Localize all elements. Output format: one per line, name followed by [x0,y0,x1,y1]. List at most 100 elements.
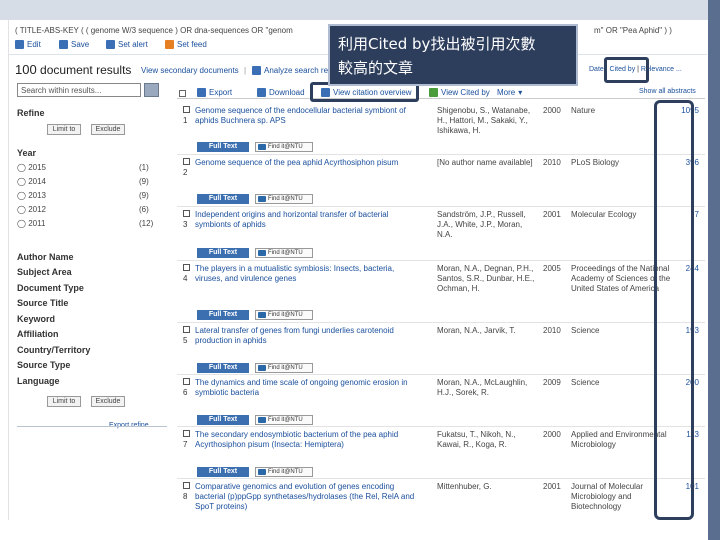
row-divider [177,374,705,375]
full-text-button[interactable]: Full Text [197,415,249,425]
save-icon [59,40,68,49]
row-authors: Mittenhuber, G. [437,482,492,491]
year-count: (12) [139,219,154,228]
row-title[interactable]: Independent origins and horizontal trans… [195,210,415,230]
full-text-button[interactable]: Full Text [197,310,249,320]
divider-bar: | [244,66,247,75]
full-text-button[interactable]: Full Text [197,363,249,373]
row-year: 2000 [543,430,561,439]
row-title[interactable]: Genome sequence of the pea aphid Acyrtho… [195,158,415,168]
full-text-button[interactable]: Full Text [197,142,249,152]
chart-icon [252,66,261,75]
export-button[interactable]: Export [197,88,232,97]
row-authors: Shigenobu, S., Watanabe, H., Hattori, M.… [437,106,531,135]
row-checkbox[interactable] [183,326,190,333]
full-text-button[interactable]: Full Text [197,248,249,258]
download-label: Download [269,88,305,97]
download-button[interactable]: Download [257,88,305,97]
exclude-button-bottom[interactable]: Exclude [91,396,125,407]
find-it-button[interactable]: Find it@NTU [255,467,313,477]
year-count: (6) [139,205,149,214]
more-dropdown[interactable]: More ▾ [497,88,522,97]
row-checkbox[interactable] [183,106,190,113]
row-authors: Moran, N.A., Degnan, P.H., Santos, S.R.,… [437,264,535,293]
find-it-button[interactable]: Find it@NTU [255,310,313,320]
row-checkbox[interactable] [183,264,190,271]
row-title[interactable]: Comparative genomics and evolution of ge… [195,482,415,512]
save-button[interactable]: Save [59,40,89,49]
download-icon [257,88,266,97]
refine-heading: Refine [17,108,45,118]
cited-by-column-highlight [654,100,694,520]
search-within-input[interactable]: Search within results... [17,83,141,97]
row-title[interactable]: Genome sequence of the endocellular bact… [195,106,415,126]
show-all-abstracts-link[interactable]: Show all abstracts [639,88,696,95]
year-count: (9) [139,191,149,200]
sort-date[interactable]: Date [589,66,604,73]
limit-to-button[interactable]: Limit to [47,124,81,135]
facet-country-territory[interactable]: Country/Territory [17,345,90,355]
set-feed-button[interactable]: Set feed [165,40,207,49]
results-number: 100 [15,62,37,77]
search-icon[interactable] [144,83,159,97]
year-value: 2014 [28,177,46,186]
year-count: (9) [139,177,149,186]
facet-document-type[interactable]: Document Type [17,283,84,293]
more-label: More [497,88,516,97]
year-option[interactable]: ◯ 2015 [17,163,46,172]
find-it-button[interactable]: Find it@NTU [255,142,313,152]
full-text-button[interactable]: Full Text [197,467,249,477]
find-it-button[interactable]: Find it@NTU [255,415,313,425]
view-cited-by-button[interactable]: View Cited by [429,88,490,97]
facet-keyword[interactable]: Keyword [17,314,55,324]
cited-by-sort-highlight [604,57,649,83]
year-option[interactable]: ◯ 2012 [17,205,46,214]
find-it-button[interactable]: Find it@NTU [255,363,313,373]
row-title[interactable]: Lateral transfer of genes from fungi und… [195,326,415,346]
view-cited-by-label: View Cited by [441,88,490,97]
facet-source-type[interactable]: Source Type [17,360,70,370]
row-checkbox[interactable] [183,210,190,217]
slide: ( TITLE-ABS-KEY ( ( genome W/3 sequence … [0,0,720,540]
set-alert-button[interactable]: Set alert [106,40,148,49]
results-header-divider [177,98,705,99]
row-title[interactable]: The players in a mutualistic symbiosis: … [195,264,415,284]
row-authors: [No author name available] [437,158,533,167]
limit-to-button-bottom[interactable]: Limit to [47,396,81,407]
find-it-button[interactable]: Find it@NTU [255,194,313,204]
exclude-button[interactable]: Exclude [91,124,125,135]
facet-author-name[interactable]: Author Name [17,252,74,262]
year-option[interactable]: ◯ 2013 [17,191,46,200]
search-query: ( TITLE-ABS-KEY ( ( genome W/3 sequence … [15,26,293,35]
more-icon[interactable]: ... [676,66,682,73]
year-value: 2013 [28,191,46,200]
slide-top-band [0,0,720,20]
row-checkbox[interactable] [183,378,190,385]
row-checkbox[interactable] [183,430,190,437]
row-checkbox[interactable] [183,482,190,489]
export-label: Export [209,88,233,97]
row-title[interactable]: The secondary endosymbiotic bacterium of… [195,430,415,450]
year-option[interactable]: ◯ 2014 [17,177,46,186]
row-checkbox[interactable] [183,158,190,165]
year-value: 2015 [28,163,46,172]
chevron-down-icon: ▾ [518,88,523,97]
full-text-button[interactable]: Full Text [197,194,249,204]
row-number: 3 [183,220,188,229]
view-secondary-link[interactable]: View secondary documents [141,66,239,75]
results-label: document results [40,63,132,77]
row-number: 1 [183,116,188,125]
find-it-button[interactable]: Find it@NTU [255,248,313,258]
row-number: 4 [183,274,188,283]
facet-subject-area[interactable]: Subject Area [17,267,72,277]
facet-language[interactable]: Language [17,376,60,386]
edit-icon [15,40,24,49]
year-option[interactable]: ◯ 2011 [17,219,45,228]
facet-affiliation[interactable]: Affiliation [17,329,59,339]
results-count: 100 document results [15,62,131,77]
facet-source-title[interactable]: Source Title [17,298,68,308]
set-feed-label: Set feed [177,40,207,49]
select-all-checkbox[interactable] [179,90,186,97]
edit-button[interactable]: Edit [15,40,41,49]
row-title[interactable]: The dynamics and time scale of ongoing g… [195,378,415,398]
